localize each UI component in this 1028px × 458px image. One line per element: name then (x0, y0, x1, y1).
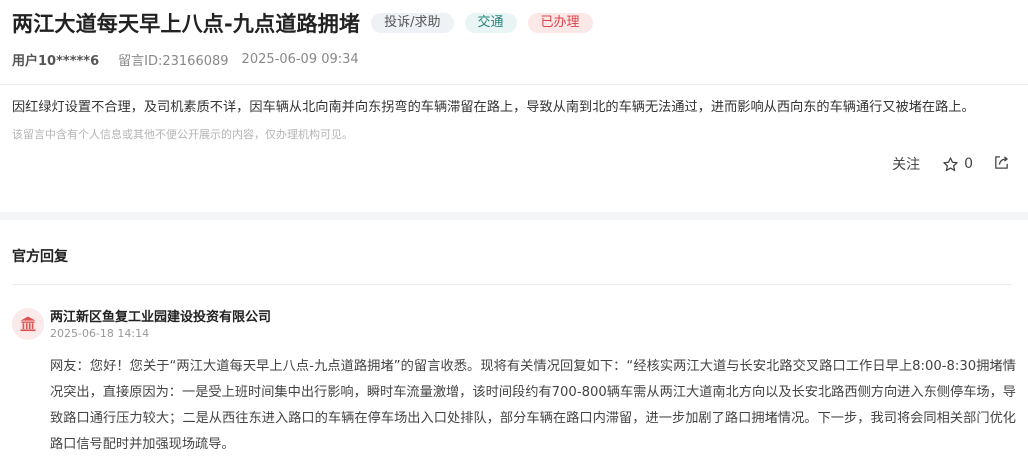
org-avatar (12, 308, 44, 340)
share-icon (995, 155, 1008, 169)
message-title: 两江大道每天早上八点-九点道路拥堵 (12, 12, 361, 36)
section-separator (0, 212, 1028, 220)
official-reply-heading: 官方回复 (12, 249, 68, 265)
reply-divider (12, 284, 1012, 285)
privacy-note: 该留言中含有个人信息或其他不便公开展示的内容，仅办理机构可见。 (12, 128, 353, 141)
message-id: 留言ID:23166089 (118, 53, 229, 69)
follow-button[interactable]: 关注 (892, 154, 920, 174)
status-badge: 已办理 (527, 13, 593, 33)
category-tag[interactable]: 投诉/求助 (371, 13, 454, 33)
share-button[interactable] (993, 154, 1010, 175)
reply-time: 2025-06-18 14:14 (50, 327, 150, 340)
like-count: 0 (964, 156, 973, 172)
message-meta: 用户10*****6 留言ID:23166089 2025-06-09 09:3… (12, 50, 359, 69)
reply-content: 网友：您好！您关于“两江大道每天早上八点-九点道路拥堵”的留言收悉。现将有关情况… (50, 359, 1016, 452)
message-content: 因红绿灯设置不合理，及司机素质不详，因车辆从北向南并向东拐弯的车辆滞留在路上，导… (12, 100, 975, 115)
user-name: 用户10*****6 (12, 53, 100, 69)
message-time: 2025-06-09 09:34 (241, 51, 359, 67)
header-divider (0, 84, 1028, 85)
reply-org-name: 两江新区鱼复工业园建设投资有限公司 (50, 310, 272, 325)
star-icon (943, 156, 958, 171)
like-button[interactable]: 0 (942, 156, 973, 173)
message-header: 两江大道每天早上八点-九点道路拥堵 投诉/求助 交通 已办理 (12, 8, 593, 38)
government-building-icon (20, 316, 36, 332)
domain-tag[interactable]: 交通 (464, 13, 517, 33)
action-bar: 关注 0 (892, 154, 1010, 174)
